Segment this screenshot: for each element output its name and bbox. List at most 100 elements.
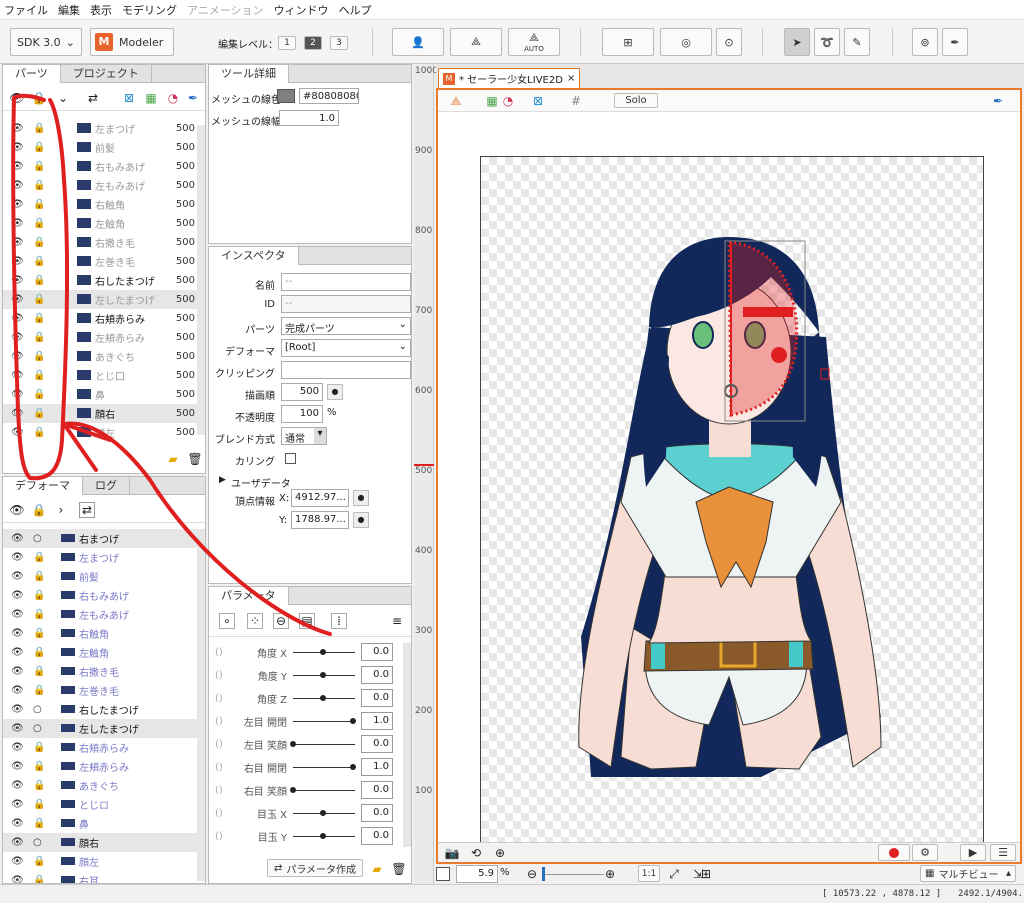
parameter-slider-knob[interactable] bbox=[320, 649, 326, 655]
parameter-slider-knob[interactable] bbox=[290, 787, 296, 793]
lock-icon[interactable]: ○ bbox=[33, 723, 45, 734]
parameter-value[interactable]: 0.0 bbox=[361, 804, 393, 822]
grid-view-icon[interactable]: # bbox=[568, 93, 584, 109]
culling-checkbox[interactable] bbox=[285, 453, 296, 464]
view-mode-select[interactable]: ▦ マルチビュー ▴ bbox=[920, 865, 1016, 882]
eye-icon[interactable]: 👁 bbox=[9, 502, 25, 518]
glue-button[interactable]: ⊙ bbox=[716, 28, 742, 56]
background-toggle[interactable] bbox=[436, 867, 450, 881]
list-item[interactable]: 👁 ○ 右したまつげ bbox=[3, 700, 205, 719]
list-item[interactable]: 👁 🔒 右触角 500 bbox=[3, 195, 205, 214]
rotation-view-icon[interactable]: ◔ bbox=[500, 93, 516, 109]
record-button[interactable] bbox=[878, 844, 910, 861]
userdata-toggle-icon[interactable]: ▶ bbox=[219, 475, 226, 485]
view-grid-icon[interactable]: ⊞ bbox=[698, 866, 714, 882]
pen-tool-button[interactable]: ✒ bbox=[942, 28, 968, 56]
parts-filter-icon[interactable]: ▦ bbox=[143, 90, 159, 106]
swap-icon[interactable]: ⇄ bbox=[85, 90, 101, 106]
lock-icon[interactable]: 🔒 bbox=[33, 332, 45, 343]
eye-icon[interactable]: 👁 bbox=[11, 704, 24, 715]
eye-icon[interactable]: 👁 bbox=[11, 180, 24, 191]
lasso-tool-button[interactable]: ➰ bbox=[814, 28, 840, 56]
eye-icon[interactable]: 👁 bbox=[11, 161, 24, 172]
vertex-x-spin[interactable]: ● bbox=[353, 490, 369, 506]
eye-icon[interactable]: 👁 bbox=[11, 142, 24, 153]
tab-inspector[interactable]: インスペクタ bbox=[209, 247, 299, 265]
parameter-row[interactable]: () 目玉 Y 0.0 bbox=[209, 825, 405, 848]
lock-icon[interactable]: 🔒 bbox=[33, 590, 45, 601]
settings-button[interactable]: ⚙ bbox=[912, 844, 938, 861]
texture-atlas-button[interactable]: 👤 bbox=[392, 28, 444, 56]
parameter-value[interactable]: 0.0 bbox=[361, 643, 393, 661]
eye-icon[interactable]: 👁 bbox=[11, 685, 24, 696]
lock-icon[interactable]: 🔒 bbox=[33, 875, 45, 883]
eye-icon[interactable]: 👁 bbox=[11, 799, 24, 810]
menu-animation[interactable]: アニメーション bbox=[187, 2, 264, 18]
list-item[interactable]: 👁 🔒 左巻き毛 500 bbox=[3, 252, 205, 271]
name-field[interactable]: -- bbox=[281, 273, 411, 291]
lock-icon[interactable]: 🔒 bbox=[33, 237, 45, 248]
zoom-slider-thumb[interactable] bbox=[542, 867, 545, 881]
lock-icon[interactable]: 🔒 bbox=[33, 161, 45, 172]
canvas-viewport[interactable]: ⟁ ▦ ◔ ⊠ # Solo ✒ 📷 ⟲ ⊕ ⚙ ▶ ☰ bbox=[436, 88, 1022, 864]
parameter-slider[interactable] bbox=[293, 767, 355, 768]
lock-icon[interactable]: 🔒 bbox=[33, 742, 45, 753]
lock-icon[interactable]: 🔒 bbox=[33, 685, 45, 696]
parameter-slider-knob[interactable] bbox=[320, 695, 326, 701]
solo-button[interactable]: Solo bbox=[614, 93, 658, 108]
parameter-row[interactable]: () 角度 Y 0.0 bbox=[209, 664, 405, 687]
delete-key-icon[interactable]: ⊖ bbox=[273, 613, 289, 629]
fit-icon[interactable]: ⤢ bbox=[666, 866, 682, 882]
parameter-slider[interactable] bbox=[293, 744, 355, 745]
draw-order-spin[interactable]: ● bbox=[327, 384, 343, 400]
list-item[interactable]: 👁 🔒 あきぐち 500 bbox=[3, 347, 205, 366]
eye-icon[interactable]: 👁 bbox=[11, 218, 24, 229]
parameter-value[interactable]: 1.0 bbox=[361, 712, 393, 730]
list-item[interactable]: 👁 🔒 鼻 500 bbox=[3, 385, 205, 404]
eye-icon[interactable]: 👁 bbox=[11, 427, 24, 438]
lock-icon[interactable]: 🔒 bbox=[33, 427, 45, 438]
eye-icon[interactable]: 👁 bbox=[11, 571, 24, 582]
pin-tool-button[interactable]: ⊚ bbox=[912, 28, 938, 56]
list-item[interactable]: 👁 🔒 あきぐち bbox=[3, 776, 205, 795]
draw-order-field[interactable]: 500 bbox=[281, 383, 323, 401]
eye-icon[interactable]: 👁 bbox=[9, 90, 25, 106]
lock-icon[interactable]: 🔒 bbox=[33, 142, 45, 153]
parameter-row[interactable]: () 左目 笑顔 0.0 bbox=[209, 733, 405, 756]
parameter-value[interactable]: 0.0 bbox=[361, 689, 393, 707]
lock-icon[interactable]: 🔒 bbox=[33, 389, 45, 400]
mesh-edit-button[interactable]: ⟁ bbox=[450, 28, 502, 56]
list-item[interactable]: 👁 🔒 右もみあげ bbox=[3, 586, 205, 605]
parameter-slider[interactable] bbox=[293, 790, 355, 791]
tab-deformer[interactable]: デフォーマ bbox=[3, 477, 83, 495]
lock-icon[interactable]: 🔒 bbox=[33, 370, 45, 381]
lock-icon[interactable]: 🔒 bbox=[33, 647, 45, 658]
warp-deformer-button[interactable]: ⊞ bbox=[602, 28, 654, 56]
eye-icon[interactable]: 👁 bbox=[11, 313, 24, 324]
list-item[interactable]: 👁 🔒 左巻き毛 bbox=[3, 681, 205, 700]
parameter-row[interactable]: () 角度 Z 0.0 bbox=[209, 687, 405, 710]
lock-icon[interactable]: 🔒 bbox=[33, 256, 45, 267]
list-item[interactable]: 👁 🔒 左触角 bbox=[3, 643, 205, 662]
lock-icon[interactable]: ○ bbox=[33, 837, 45, 848]
list-item[interactable]: 👁 ○ 顔右 bbox=[3, 833, 205, 852]
parameter-value[interactable]: 0.0 bbox=[361, 666, 393, 684]
menu-edit[interactable]: 編集 bbox=[58, 2, 80, 18]
lock-icon[interactable]: 🔒 bbox=[33, 609, 45, 620]
parameter-row[interactable]: () 右目 笑顔 0.0 bbox=[209, 779, 405, 802]
list-item[interactable]: 👁 🔒 左もみあげ 500 bbox=[3, 176, 205, 195]
lock-icon[interactable]: 🔒 bbox=[33, 761, 45, 772]
eye-icon[interactable]: 👁 bbox=[11, 294, 24, 305]
parameter-slider-knob[interactable] bbox=[290, 741, 296, 747]
camera-reset-icon[interactable]: ⟲ bbox=[468, 845, 484, 861]
list-item[interactable]: 👁 🔒 右頬赤らみ bbox=[3, 738, 205, 757]
list-item[interactable]: 👁 🔒 左まつげ bbox=[3, 548, 205, 567]
eye-icon[interactable]: 👁 bbox=[11, 408, 24, 419]
lock-icon[interactable]: 🔒 bbox=[33, 294, 45, 305]
list-item[interactable]: 👁 🔒 左したまつげ 500 bbox=[3, 290, 205, 309]
tab-log[interactable]: ログ bbox=[83, 477, 130, 495]
zoom-field[interactable]: 5.9 bbox=[456, 865, 498, 883]
edit-level-1-button[interactable]: 1 bbox=[278, 36, 296, 50]
eye-icon[interactable]: 👁 bbox=[11, 875, 24, 883]
list-item[interactable]: 👁 🔒 とじ口 500 bbox=[3, 366, 205, 385]
